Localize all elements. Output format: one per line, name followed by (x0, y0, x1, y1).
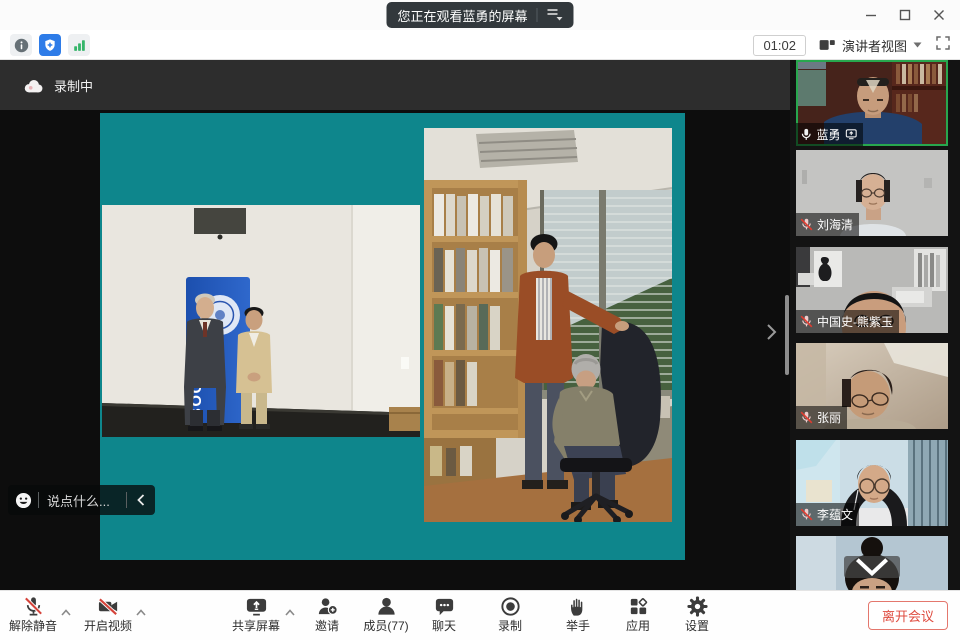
chat-input[interactable]: 说点什么... (39, 491, 126, 510)
record-button[interactable]: 录制 (478, 595, 542, 639)
status-icons (10, 34, 90, 56)
participant-name-tag: 中国史-熊紫玉 (796, 310, 899, 333)
recording-indicator: 录制中 (0, 60, 790, 110)
participant-tile[interactable]: 蓝勇 (796, 60, 948, 146)
presentation-slide: BOCHUM (100, 113, 685, 560)
minimize-button[interactable] (854, 0, 888, 30)
gear-icon (686, 595, 709, 618)
maximize-button[interactable] (888, 0, 922, 30)
chat-button[interactable]: 聊天 (412, 595, 476, 639)
participant-tile[interactable]: 张丽 (796, 343, 948, 429)
window-controls (854, 0, 956, 30)
screen-sharing-icon (845, 128, 858, 141)
mic-muted-icon (800, 508, 813, 521)
participant-tile[interactable] (796, 536, 948, 590)
participant-name: 中国史-熊紫玉 (817, 313, 893, 330)
security-shield-icon[interactable] (39, 34, 61, 56)
view-mode-label: 演讲者视图 (842, 36, 907, 55)
participant-tile[interactable]: 刘海清 (796, 150, 948, 236)
emoji-icon[interactable] (8, 492, 38, 509)
settings-label: 设置 (685, 619, 709, 633)
banner-menu-icon[interactable] (547, 7, 563, 24)
record-label: 录制 (498, 619, 522, 633)
participant-name-tag: 李蕴文 (796, 503, 859, 526)
chat-label: 聊天 (432, 619, 456, 633)
invite-person-icon (316, 595, 339, 618)
chat-collapse-icon[interactable] (127, 493, 155, 507)
shared-screen-stage: 录制中 (0, 60, 790, 590)
view-mode-dropdown[interactable]: 演讲者视图 (818, 36, 922, 55)
apps-grid-icon (627, 595, 650, 618)
network-signal-icon[interactable] (68, 34, 90, 56)
chat-bubble-icon (433, 595, 456, 618)
sidebar-collapse-icon[interactable] (764, 322, 780, 342)
raise-hand-label: 举手 (566, 619, 590, 633)
mic-muted-icon (800, 411, 813, 424)
members-label: 成员(77) (363, 619, 408, 633)
topbar: 01:02 演讲者视图 (0, 30, 960, 60)
participant-name-tag: 刘海清 (796, 213, 859, 236)
settings-button[interactable]: 设置 (665, 595, 729, 639)
participant-name: 张丽 (817, 409, 841, 426)
participant-name: 蓝勇 (817, 126, 841, 143)
fullscreen-icon[interactable] (934, 34, 952, 57)
participants-scrollbar[interactable] (785, 295, 789, 375)
more-participants-button[interactable] (844, 556, 900, 578)
cloud-record-icon (22, 77, 44, 94)
recording-label: 录制中 (54, 76, 93, 95)
camera-off-icon (97, 595, 120, 618)
members-button[interactable]: 成员(77) (354, 595, 418, 639)
meeting-info-icon[interactable] (10, 34, 32, 56)
raise-hand-button[interactable]: 举手 (546, 595, 610, 639)
chevron-down-icon (844, 556, 900, 578)
participant-name: 李蕴文 (817, 506, 853, 523)
photo-bochum-banner: BOCHUM (102, 205, 420, 437)
mic-options-chevron[interactable] (58, 605, 74, 621)
members-icon (375, 595, 398, 618)
video-options-chevron[interactable] (133, 605, 149, 621)
apps-label: 应用 (626, 619, 650, 633)
mic-muted-icon (800, 315, 813, 328)
unmute-button[interactable]: 解除静音 (1, 595, 65, 639)
participant-name-tag: 蓝勇 (796, 123, 863, 146)
mic-muted-icon (800, 218, 813, 231)
titlebar: 您正在观看蓝勇的屏幕 (0, 0, 960, 30)
meeting-timer: 01:02 (753, 35, 806, 56)
share-screen-button[interactable]: 共享屏幕 (224, 595, 288, 639)
screen-watch-banner: 您正在观看蓝勇的屏幕 (386, 2, 573, 28)
apps-button[interactable]: 应用 (606, 595, 670, 639)
participants-panel: 蓝勇 (790, 60, 960, 590)
chat-quick-bar: 说点什么... (8, 485, 155, 515)
record-icon (499, 595, 522, 618)
meeting-window: 您正在观看蓝勇的屏幕 (0, 0, 960, 640)
bottom-toolbar: 解除静音 开启视频 共享屏幕 (0, 590, 960, 640)
mic-off-icon (22, 595, 45, 618)
close-button[interactable] (922, 0, 956, 30)
participant-tile[interactable]: 李蕴文 (796, 440, 948, 526)
participant-name: 刘海清 (817, 216, 853, 233)
screen-watch-title: 您正在观看蓝勇的屏幕 (397, 6, 527, 25)
mic-on-icon (800, 128, 813, 142)
share-screen-icon (245, 595, 268, 618)
raise-hand-icon (567, 595, 590, 618)
chevron-down-icon (913, 42, 922, 48)
unmute-label: 解除静音 (9, 619, 57, 633)
leave-meeting-button[interactable]: 离开会议 (868, 601, 948, 630)
invite-label: 邀请 (315, 619, 339, 633)
pill-divider (537, 8, 538, 22)
participant-name-tag: 张丽 (796, 406, 847, 429)
photo-office-couple (424, 128, 672, 522)
start-video-button[interactable]: 开启视频 (76, 595, 140, 639)
topbar-right: 01:02 演讲者视图 (753, 33, 952, 57)
layout-icon (818, 36, 836, 54)
share-screen-label: 共享屏幕 (232, 619, 280, 633)
participant-tile[interactable]: 中国史-熊紫玉 (796, 247, 948, 333)
invite-button[interactable]: 邀请 (295, 595, 359, 639)
start-video-label: 开启视频 (84, 619, 132, 633)
